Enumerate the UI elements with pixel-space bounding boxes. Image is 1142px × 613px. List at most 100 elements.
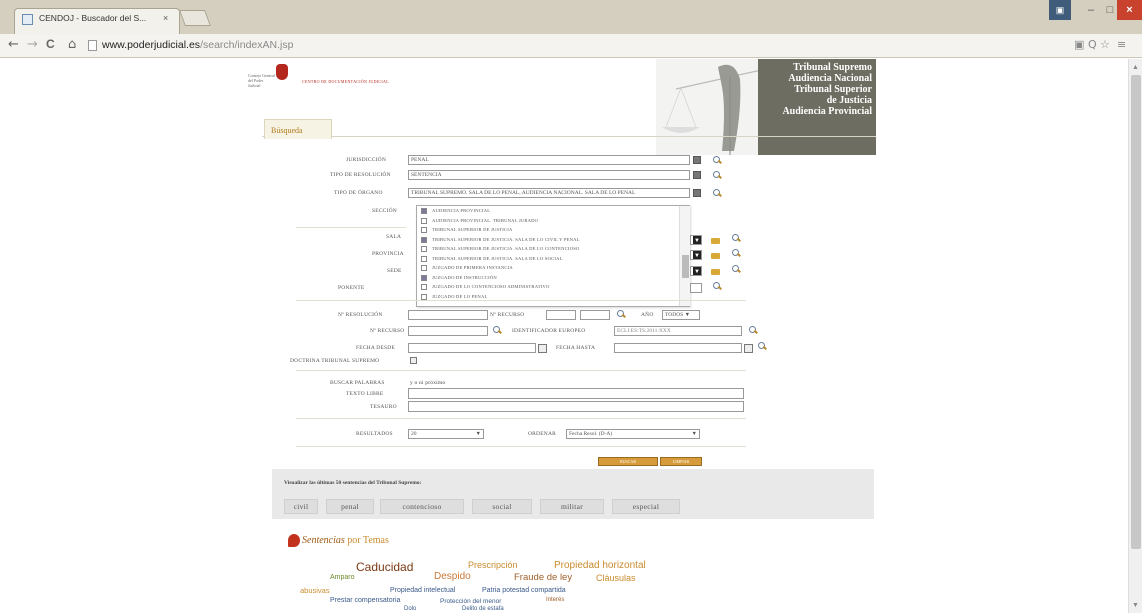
numero-field[interactable]: [408, 326, 488, 336]
ano-select[interactable]: TODOS ▼: [662, 310, 700, 320]
folder-icon[interactable]: [711, 238, 720, 244]
search-icon[interactable]: [712, 188, 723, 198]
latest-especial-button[interactable]: especial: [612, 499, 680, 514]
search-icon[interactable]: [748, 325, 759, 335]
search-icon[interactable]: [712, 170, 723, 180]
numero-recurso-field-2[interactable]: [580, 310, 610, 320]
search-icon[interactable]: [731, 233, 742, 243]
topic-tag-link[interactable]: Dolo: [404, 606, 416, 612]
seccion-option[interactable]: TRIBUNAL SUPERIOR DE JUSTICIA. SALA DE L…: [421, 255, 563, 262]
search-icon[interactable]: [712, 155, 723, 165]
scroll-up-icon[interactable]: ▲: [1132, 63, 1139, 71]
back-button[interactable]: ←: [8, 37, 19, 52]
search-icon[interactable]: [731, 248, 742, 258]
scroll-thumb[interactable]: [1131, 75, 1141, 549]
seccion-option[interactable]: TRIBUNAL SUPERIOR DE JUSTICIA. SALA DE L…: [421, 246, 579, 252]
zoom-icon[interactable]: Q: [1088, 38, 1097, 51]
tab-busqueda[interactable]: Búsqueda: [264, 119, 332, 139]
topic-tag-link[interactable]: Patria potestad compartida: [482, 587, 566, 594]
folder-icon[interactable]: [711, 253, 720, 259]
topic-tag-link[interactable]: Fraude de ley: [514, 572, 572, 583]
topic-tag-link[interactable]: Amparo: [330, 574, 355, 581]
seccion-option[interactable]: JUZGADO DE LO CONTENCIOSO ADMINISTRATIVO: [421, 284, 549, 290]
sala-select[interactable]: ▼: [690, 235, 702, 245]
list-icon[interactable]: [693, 171, 701, 179]
fecha-hasta-field[interactable]: [614, 343, 742, 353]
topic-tag-link[interactable]: Propiedad horizontal: [554, 560, 646, 571]
latest-contencioso-button[interactable]: contencioso: [380, 499, 464, 514]
bookmark-star-icon[interactable]: ☆: [1100, 38, 1110, 51]
jurisdiccion-field[interactable]: PENAL: [408, 155, 690, 165]
list-icon[interactable]: [693, 156, 701, 164]
topic-tag-link[interactable]: abusivas: [300, 586, 330, 595]
calendar-icon[interactable]: [538, 344, 547, 353]
forward-button[interactable]: →: [27, 37, 38, 52]
seccion-option-checkbox[interactable]: [421, 293, 427, 300]
tipo-organo-field[interactable]: TRIBUNAL SUPREMO. SALA DE LO PENAL, AUDI…: [408, 188, 690, 198]
topic-tag-link[interactable]: Protección del menor: [440, 598, 501, 605]
seccion-option-checkbox[interactable]: [421, 274, 427, 281]
search-icon[interactable]: [731, 264, 742, 274]
seccion-option-checkbox[interactable]: [421, 255, 427, 262]
latest-civil-button[interactable]: civil: [284, 499, 318, 514]
ecli-field[interactable]: ECLI:ES:TS:2011:XXX: [614, 326, 742, 336]
topic-tag-link[interactable]: Prestar compensatoria: [330, 597, 400, 604]
seccion-option[interactable]: JUZGADO DE PRIMERA INSTANCIA: [421, 265, 513, 271]
seccion-option[interactable]: AUDIENCIA PROVINCIAL: [421, 208, 490, 214]
search-icon[interactable]: [616, 309, 627, 319]
home-button[interactable]: ⌂: [68, 37, 76, 52]
seccion-option-checkbox[interactable]: [421, 246, 427, 252]
translate-icon[interactable]: ▣: [1074, 38, 1084, 51]
topic-tag-link[interactable]: Propiedad intelectual: [390, 587, 455, 594]
dropdown-scrollbar[interactable]: [679, 206, 690, 306]
clear-button[interactable]: LIMPIAR: [660, 457, 702, 466]
dropdown-scroll-thumb[interactable]: [682, 255, 689, 278]
doctrina-checkbox[interactable]: [410, 357, 417, 364]
topic-tag-link[interactable]: Interés: [546, 597, 564, 603]
provincia-select[interactable]: ▼: [690, 250, 702, 260]
numero-resolucion-field[interactable]: [408, 310, 488, 320]
ponente-field[interactable]: [690, 283, 702, 293]
seccion-option[interactable]: AUDIENCIA PROVINCIAL. TRIBUNAL JURADO: [421, 217, 538, 224]
seccion-option[interactable]: JUZGADO DE LO PENAL: [421, 293, 487, 300]
seccion-option-checkbox[interactable]: [421, 236, 427, 243]
new-tab-button[interactable]: [179, 10, 211, 26]
latest-penal-button[interactable]: penal: [326, 499, 374, 514]
seccion-option-checkbox[interactable]: [421, 227, 427, 233]
seccion-option-checkbox[interactable]: [421, 208, 427, 214]
topic-tag-link[interactable]: Delito de estafa: [462, 606, 504, 612]
seccion-option[interactable]: TRIBUNAL SUPERIOR DE JUSTICIA. SALA DE L…: [421, 236, 580, 243]
latest-social-button[interactable]: social: [472, 499, 532, 514]
search-icon[interactable]: [757, 341, 768, 351]
seccion-option[interactable]: JUZGADO DE INSTRUCCIÓN: [421, 274, 497, 281]
numero-recurso-field[interactable]: [546, 310, 576, 320]
calendar-icon[interactable]: [744, 344, 753, 353]
topic-tag-link[interactable]: Cláusulas: [596, 573, 636, 583]
maximize-button[interactable]: □: [1103, 0, 1117, 20]
folder-icon[interactable]: [711, 269, 720, 275]
tab-close-icon[interactable]: ×: [163, 13, 168, 23]
seccion-option-checkbox[interactable]: [421, 217, 427, 224]
search-button[interactable]: BUSCAR: [598, 457, 658, 466]
seccion-option-checkbox[interactable]: [421, 265, 427, 271]
seccion-dropdown[interactable]: AUDIENCIA PROVINCIAL AUDIENCIA PROVINCIAL…: [416, 205, 690, 307]
ordenar-select[interactable]: Fecha Resol. (D-A) ▼: [566, 429, 700, 439]
topic-tag-link[interactable]: Caducidad: [356, 560, 413, 574]
browser-tab[interactable]: CENDOJ - Buscador del S... ×: [14, 8, 180, 34]
topic-tag-link[interactable]: Prescripción: [468, 560, 518, 570]
menu-icon[interactable]: ≡: [1117, 38, 1126, 51]
list-icon[interactable]: [693, 189, 701, 197]
page-scrollbar[interactable]: ▲ ▼: [1128, 59, 1142, 613]
tesauro-field[interactable]: [408, 401, 744, 412]
resultados-select[interactable]: 20 ▼: [408, 429, 484, 439]
texto-libre-field[interactable]: [408, 388, 744, 399]
window-app-icon[interactable]: ▣: [1049, 0, 1071, 20]
fecha-desde-field[interactable]: [408, 343, 536, 353]
scroll-down-icon[interactable]: ▼: [1132, 601, 1139, 609]
latest-militar-button[interactable]: militar: [540, 499, 604, 514]
close-window-button[interactable]: ×: [1117, 0, 1142, 20]
seccion-option[interactable]: TRIBUNAL SUPERIOR DE JUSTICIA: [421, 227, 513, 233]
reload-button[interactable]: C: [46, 37, 55, 51]
seccion-option-checkbox[interactable]: [421, 284, 427, 290]
tipo-resolucion-field[interactable]: SENTENCIA: [408, 170, 690, 180]
